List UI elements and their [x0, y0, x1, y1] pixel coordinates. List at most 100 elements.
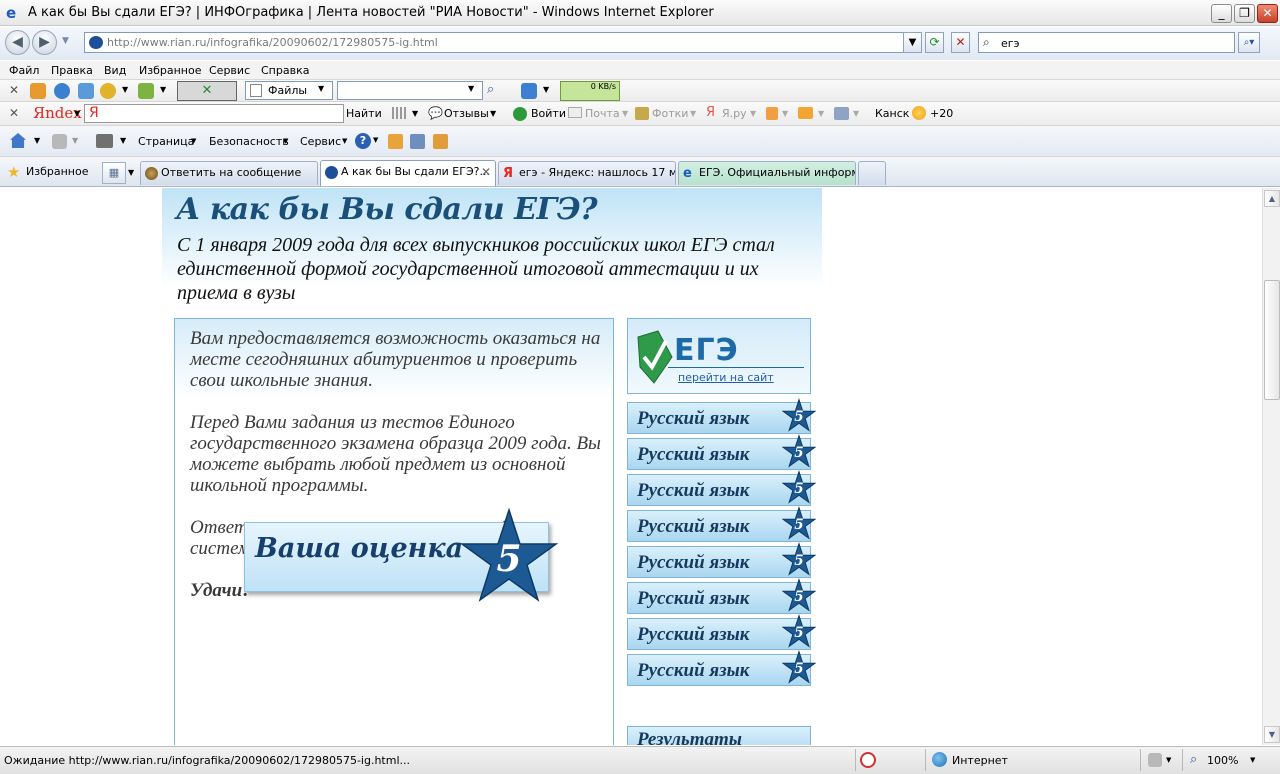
menu-file[interactable]: Файл: [9, 64, 39, 77]
chevron-down-icon[interactable]: ▼: [74, 109, 80, 118]
subject-item[interactable]: Русский язык 5: [627, 614, 816, 650]
address-bar[interactable]: http://www.rian.ru/infografika/20090602/…: [84, 32, 904, 53]
yandex-search-input[interactable]: Я: [84, 104, 344, 123]
login-button[interactable]: Войти: [531, 107, 566, 120]
signal-icon[interactable]: [392, 107, 406, 119]
plugin-icon[interactable]: [138, 83, 154, 99]
help-icon[interactable]: ?: [355, 133, 371, 149]
chevron-down-icon[interactable]: ▼: [122, 85, 128, 94]
menu-view[interactable]: Вид: [104, 64, 126, 77]
home-icon[interactable]: [10, 133, 26, 148]
chevron-down-icon[interactable]: ▼: [373, 136, 378, 144]
chevron-down-icon[interactable]: ▼: [490, 109, 496, 118]
tools-menu[interactable]: Сервис: [300, 135, 341, 148]
files-dropdown[interactable]: Файлы ▼: [245, 81, 333, 100]
subject-item[interactable]: Русский язык 5: [627, 470, 816, 506]
address-combo[interactable]: ▼: [337, 81, 483, 100]
tab-ege-infographic[interactable]: А как бы Вы сдали ЕГЭ?... ✕: [320, 160, 496, 186]
chevron-down-icon[interactable]: ▼: [34, 136, 40, 145]
chevron-down-icon[interactable]: ▼: [128, 168, 134, 177]
menu-tools[interactable]: Сервис: [209, 64, 250, 77]
subject-item[interactable]: Русский язык 5: [627, 398, 816, 434]
scroll-down-icon[interactable]: ▼: [1264, 726, 1280, 743]
scroll-thumb[interactable]: [1264, 280, 1280, 400]
zoom-icon[interactable]: ⌕: [1190, 752, 1197, 767]
ege-site-link[interactable]: ЕГЭ перейти на сайт: [627, 318, 811, 394]
menu-favorites[interactable]: Избранное: [139, 64, 201, 77]
minimize-button[interactable]: _: [1211, 4, 1232, 23]
chevron-down-icon[interactable]: ▼: [120, 136, 126, 145]
zoom-level[interactable]: 100%: [1207, 754, 1238, 767]
download-icon[interactable]: [521, 83, 537, 99]
subject-item[interactable]: Русский язык 5: [627, 506, 816, 542]
subject-item[interactable]: Русский язык 5: [627, 434, 816, 470]
menu-help[interactable]: Справка: [261, 64, 309, 77]
messenger-icon[interactable]: [410, 134, 425, 149]
chevron-down-icon[interactable]: ▼: [160, 85, 166, 94]
maximize-button[interactable]: ❐: [1234, 4, 1255, 23]
contacts-icon[interactable]: [78, 83, 94, 99]
page-menu[interactable]: Страница: [138, 135, 194, 148]
add-icon[interactable]: [54, 83, 70, 99]
scroll-up-icon[interactable]: ▲: [1264, 190, 1280, 207]
subject-item[interactable]: Русский язык 5: [627, 578, 816, 614]
weather-city[interactable]: Канск: [875, 107, 909, 120]
chevron-down-icon[interactable]: ▼: [72, 136, 78, 145]
globe-icon[interactable]: [100, 83, 116, 99]
feeds-icon[interactable]: [52, 134, 67, 149]
tab-ege-official[interactable]: e ЕГЭ. Официальный информ...: [678, 161, 856, 185]
subject-item[interactable]: Русский язык 5: [627, 542, 816, 578]
chevron-down-icon[interactable]: ▼: [690, 109, 696, 118]
search-go-button[interactable]: ⌕▾: [1238, 32, 1260, 53]
mail-button[interactable]: Почта: [585, 107, 620, 120]
favorites-star-icon[interactable]: ★: [7, 163, 20, 181]
blog-icon[interactable]: [433, 134, 448, 149]
vertical-scrollbar[interactable]: ▲ ▼: [1262, 188, 1280, 745]
research-icon[interactable]: [388, 134, 403, 149]
ege-go-link[interactable]: перейти на сайт: [678, 371, 774, 384]
new-tab-button[interactable]: [858, 161, 886, 185]
print-icon[interactable]: [96, 134, 113, 148]
folder-icon[interactable]: [798, 107, 813, 119]
yaru-button[interactable]: Я.ру: [722, 107, 747, 120]
close-button[interactable]: ✕: [1257, 4, 1278, 23]
chevron-down-icon[interactable]: ▼: [412, 109, 418, 118]
search-icon[interactable]: ⌕: [487, 82, 494, 97]
stop-icon[interactable]: ✕: [951, 32, 970, 53]
toggle-icon[interactable]: ✕: [177, 81, 237, 101]
chevron-down-icon[interactable]: ▼: [1166, 756, 1171, 764]
mail-icon[interactable]: [30, 83, 46, 99]
settings-icon[interactable]: [834, 107, 849, 120]
quick-tabs-icon[interactable]: ▦: [102, 162, 126, 184]
protected-mode-icon[interactable]: [1148, 753, 1162, 767]
menu-edit[interactable]: Правка: [51, 64, 93, 77]
chevron-down-icon[interactable]: ▼: [543, 85, 549, 94]
results-button[interactable]: Результаты: [627, 726, 811, 745]
favorites-button[interactable]: Избранное: [26, 165, 88, 178]
close-tab-icon[interactable]: ✕: [481, 161, 491, 183]
history-dropdown-icon[interactable]: ▼: [62, 36, 69, 46]
close-toolbar-icon[interactable]: ✕: [9, 83, 19, 97]
chevron-down-icon[interactable]: ▼: [818, 109, 824, 118]
chevron-down-icon[interactable]: ▼: [750, 109, 756, 118]
chevron-down-icon[interactable]: ▼: [1250, 756, 1255, 764]
chevron-down-icon[interactable]: ▼: [622, 109, 628, 118]
subject-item[interactable]: Русский язык 5: [627, 650, 816, 686]
refresh-icon[interactable]: ⟳: [925, 32, 944, 53]
tab-yandex[interactable]: Я егэ - Яндекс: нашлось 17 м...: [498, 161, 676, 185]
forward-button[interactable]: ▶: [32, 30, 57, 55]
back-button[interactable]: ◀: [5, 30, 30, 55]
bookmarks-icon[interactable]: [766, 107, 778, 120]
tab-reply[interactable]: Ответить на сообщение: [140, 161, 318, 185]
address-dropdown-button[interactable]: ▼: [903, 32, 922, 53]
address-url[interactable]: http://www.rian.ru/infografika/20090602/…: [107, 36, 438, 49]
blocked-icon[interactable]: [860, 752, 876, 768]
search-box[interactable]: ⌕ егэ: [978, 32, 1235, 53]
photos-button[interactable]: Фотки: [652, 107, 688, 120]
close-toolbar-icon[interactable]: ✕: [9, 106, 19, 120]
reviews-button[interactable]: Отзывы: [444, 107, 489, 120]
yandex-find-button[interactable]: Найти: [346, 107, 382, 120]
chevron-down-icon[interactable]: ▼: [782, 109, 788, 118]
chevron-down-icon[interactable]: ▼: [853, 109, 859, 118]
search-input[interactable]: егэ: [1001, 37, 1020, 50]
